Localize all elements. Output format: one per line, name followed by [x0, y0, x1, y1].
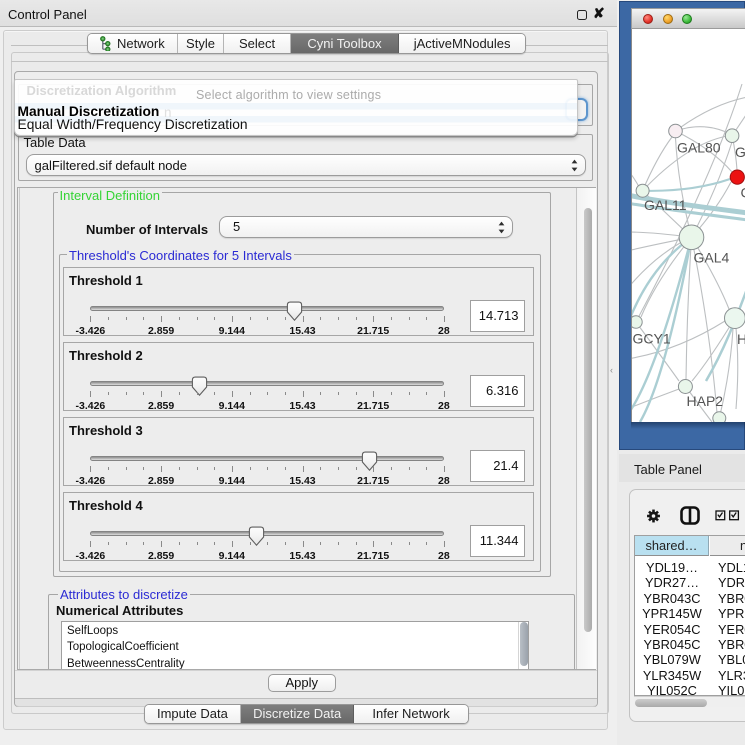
svg-text:C: C: [741, 185, 745, 201]
svg-text:GA: GA: [735, 144, 745, 160]
svg-text:GAL11: GAL11: [644, 197, 687, 213]
svg-text:GAL4: GAL4: [694, 250, 730, 266]
svg-text:HAP2: HAP2: [687, 393, 724, 409]
svg-text:H: H: [737, 331, 745, 347]
svg-text:GAL80: GAL80: [677, 140, 721, 156]
svg-text:GCY1: GCY1: [633, 331, 671, 347]
